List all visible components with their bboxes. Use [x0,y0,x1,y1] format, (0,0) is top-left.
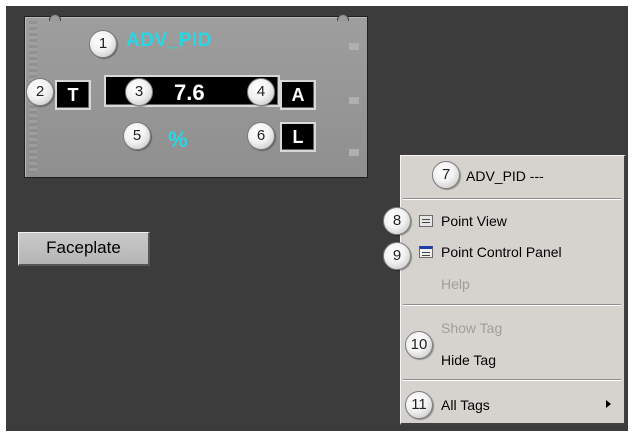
tile-notch [49,14,61,21]
submenu-arrow-icon [606,400,611,408]
callout-badge: 8 [383,207,411,235]
menu-item-show-tag: Show Tag [441,320,503,336]
limit-button[interactable]: L [280,122,316,152]
callout-badge: 1 [89,30,117,58]
mode-button[interactable]: A [280,80,316,110]
callout-badge: 4 [247,78,275,106]
menu-separator [403,379,621,381]
callout-badge: 2 [26,78,54,106]
callout-badge: 6 [247,122,275,150]
menu-tag-title: ADV_PID --- [466,168,544,184]
engineering-unit: % [168,127,188,152]
tile-side-tab [349,43,359,50]
callout-badge: 10 [405,331,433,359]
point-control-panel-icon [419,246,433,258]
menu-item-point-view[interactable]: Point View [441,213,507,229]
tile-side-tab [349,149,359,156]
menu-item-hide-tag[interactable]: Hide Tag [441,352,496,368]
tile-tag-name: ADV_PID [126,30,212,51]
menu-separator [403,304,621,306]
menu-item-point-control-panel[interactable]: Point Control Panel [441,244,562,260]
callout-badge: 11 [405,391,433,419]
point-view-icon [419,215,433,227]
context-menu [400,155,626,425]
menu-separator [403,198,621,200]
callout-badge: 7 [432,161,460,189]
menu-item-all-tags[interactable]: All Tags [441,397,490,413]
callout-badge: 3 [125,78,153,106]
menu-item-help: Help [441,276,470,292]
faceplate-button[interactable]: Faceplate [18,232,150,266]
callout-badge: 9 [383,242,411,270]
tag-button[interactable]: T [55,80,91,110]
tile-side-tab [349,97,359,104]
callout-badge: 5 [123,122,151,150]
tile-notch [337,14,349,21]
